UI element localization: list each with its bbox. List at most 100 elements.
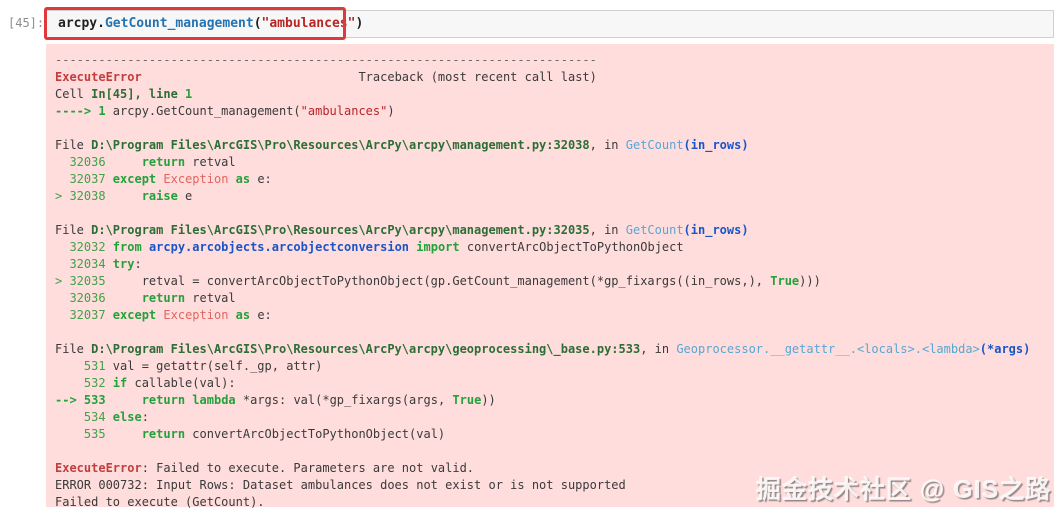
traceback-line: 531 val = getattr(self._gp, attr) [55, 358, 1054, 375]
code-token: --> 533 [55, 393, 113, 407]
traceback-line: 534 else: [55, 409, 1054, 426]
code-token: File [55, 138, 92, 152]
code-token: ExecuteError [55, 461, 142, 475]
code-token: D:\Program Files\ArcGIS\Pro\Resources\Ar… [91, 223, 590, 237]
code-token: import [416, 240, 460, 254]
code-token: : [141, 410, 149, 424]
code-token: GetCount [625, 223, 684, 237]
code-token: : Failed to execute. Parameters are not … [141, 461, 475, 475]
code-token: , in [589, 223, 626, 237]
code-token: > 32038 [55, 189, 113, 203]
code-line: arcpy.GetCount_management("ambulances") [58, 16, 363, 31]
code-token: In[45], line [91, 87, 186, 101]
code-token: else [112, 410, 142, 424]
code-token: ))) [799, 274, 821, 288]
code-token: (*args) [979, 342, 1031, 356]
code-token: return [141, 427, 186, 441]
traceback-output: ----------------------------------------… [55, 52, 1054, 511]
code-token: Exception [163, 172, 229, 186]
code-token: except [112, 308, 157, 322]
watermark: 掘金技术社区 @ GIS之路 [756, 476, 1052, 504]
code-token: ) [355, 16, 364, 31]
code-token: e [177, 189, 193, 203]
traceback-line: ExecuteError Traceback (most recent call… [55, 69, 1054, 86]
code-token: 532 [55, 376, 113, 390]
traceback-line: File D:\Program Files\ArcGIS\Pro\Resourc… [55, 341, 1054, 358]
code-token: callable(val): [127, 376, 236, 390]
code-token: D:\Program Files\ArcGIS\Pro\Resources\Ar… [91, 342, 641, 356]
traceback-line: 32032 from arcpy.arcobjects.arcobjectcon… [55, 239, 1054, 256]
code-token: return [141, 393, 186, 407]
code-token: , in [589, 138, 626, 152]
code-token: convertArcObjectToPythonObject(val) [185, 427, 446, 441]
code-cell-input[interactable]: arcpy.GetCount_management("ambulances") [45, 10, 1054, 38]
code-token: ERROR 000732: Input Rows: Dataset ambula… [55, 478, 626, 492]
code-token: File [55, 342, 92, 356]
code-token: val = getattr(self._gp, attr) [112, 359, 323, 373]
code-token: try [112, 257, 135, 271]
code-token: (in_rows) [683, 138, 749, 152]
code-token: return [141, 291, 186, 305]
code-token: GetCount_management [104, 16, 254, 31]
code-token: (in_rows) [683, 223, 749, 237]
code-token: Geoprocessor.__getattr__.<locals>.<lambd… [676, 342, 980, 356]
code-token: 32037 [55, 172, 113, 186]
cell-execution-prompt: [45]: [8, 16, 45, 30]
code-token: ( [253, 16, 262, 31]
traceback-line: 32036 return retval [55, 290, 1054, 307]
traceback-line [55, 324, 1054, 341]
code-token: ) [387, 104, 395, 118]
traceback-line [55, 205, 1054, 222]
code-token: 32034 [55, 257, 113, 271]
code-token: as [235, 172, 251, 186]
code-token: return [141, 155, 186, 169]
code-token: GetCount [625, 138, 684, 152]
code-token: ----> 1 [55, 104, 113, 118]
code-token: ----------------------------------------… [55, 53, 597, 67]
code-token: as [235, 308, 251, 322]
code-token: raise [141, 189, 178, 203]
code-token: 1 [185, 87, 193, 101]
code-token: Failed to execute (GetCount). [55, 495, 265, 509]
code-token: retval [185, 291, 236, 305]
traceback-line: 32037 except Exception as e: [55, 307, 1054, 324]
code-token: e: [250, 172, 272, 186]
traceback-line: Cell In[45], line 1 [55, 86, 1054, 103]
code-token: Traceback (most recent call last) [358, 70, 597, 84]
code-token: 32032 [55, 240, 113, 254]
traceback-line: --> 533 return lambda *args: val(*gp_fix… [55, 392, 1054, 409]
code-token: from [112, 240, 142, 254]
code-token: 534 [55, 410, 113, 424]
traceback-line: 532 if callable(val): [55, 375, 1054, 392]
code-token: arcpy. [58, 16, 105, 31]
traceback-line: 32036 return retval [55, 154, 1054, 171]
code-token: : [134, 257, 142, 271]
code-token: "ambulances" [261, 16, 356, 31]
code-token: arcpy.arcobjects.arcobjectconversion [148, 240, 410, 254]
traceback-line: 535 return convertArcObjectToPythonObjec… [55, 426, 1054, 443]
code-token: e: [250, 308, 272, 322]
notebook-page: [45]: arcpy.GetCount_management("ambulan… [0, 0, 1063, 515]
code-token: arcpy.GetCount_management( [112, 104, 301, 118]
code-token: if [112, 376, 128, 390]
traceback-line: File D:\Program Files\ArcGIS\Pro\Resourc… [55, 222, 1054, 239]
code-token: retval = convertArcObjectToPythonObject(… [112, 274, 771, 288]
code-token: )) [481, 393, 496, 407]
code-token: 32037 [55, 308, 113, 322]
traceback-line: 32037 except Exception as e: [55, 171, 1054, 188]
traceback-line: > 32038 raise e [55, 188, 1054, 205]
code-token: > 32035 [55, 274, 113, 288]
code-token: True [770, 274, 800, 288]
error-output-area: ----------------------------------------… [46, 44, 1054, 509]
code-token: 531 [55, 359, 113, 373]
code-token: 32036 [55, 155, 113, 169]
traceback-line: ----> 1 arcpy.GetCount_management("ambul… [55, 103, 1054, 120]
